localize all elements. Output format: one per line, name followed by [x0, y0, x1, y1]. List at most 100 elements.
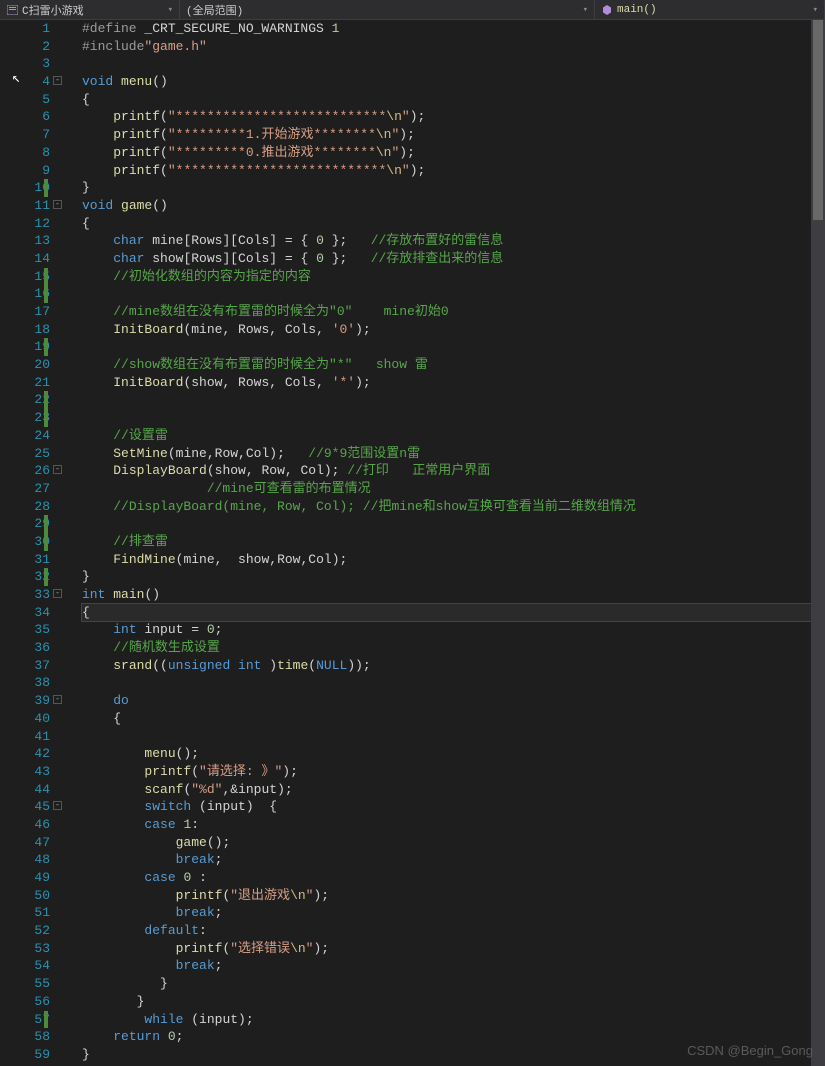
- code-line[interactable]: default:: [82, 922, 825, 940]
- code-line[interactable]: //设置雷: [82, 427, 825, 445]
- scope-dropdown[interactable]: (全局范围) ▾: [180, 0, 595, 19]
- function-dropdown[interactable]: main() ▾: [595, 0, 825, 19]
- file-icon: [6, 5, 18, 15]
- code-line[interactable]: [82, 391, 825, 409]
- code-line[interactable]: #include"game.h": [82, 38, 825, 56]
- line-number: 5: [0, 91, 50, 109]
- code-line[interactable]: break;: [82, 851, 825, 869]
- code-line[interactable]: [82, 674, 825, 692]
- line-number: 31: [0, 551, 50, 569]
- code-line[interactable]: [82, 409, 825, 427]
- code-line[interactable]: [82, 515, 825, 533]
- change-marker: [44, 391, 48, 409]
- code-editor[interactable]: 1234-567891011-1213141516171819202122232…: [0, 20, 825, 1066]
- function-label: main(): [617, 4, 657, 16]
- line-number: 24: [0, 427, 50, 445]
- code-line[interactable]: }: [82, 179, 825, 197]
- line-number: 38: [0, 674, 50, 692]
- line-number: 10: [0, 179, 50, 197]
- scrollbar-thumb[interactable]: [813, 20, 823, 220]
- line-number: 35: [0, 621, 50, 639]
- vertical-scrollbar[interactable]: [811, 20, 825, 1066]
- code-line[interactable]: //排查雷: [82, 533, 825, 551]
- code-line[interactable]: SetMine(mine,Row,Col); //9*9范围设置n雷: [82, 445, 825, 463]
- line-number: 39-: [0, 692, 50, 710]
- line-number: 44: [0, 781, 50, 799]
- code-line[interactable]: char show[Rows][Cols] = { 0 }; //存放排查出来的…: [82, 250, 825, 268]
- line-number: 2: [0, 38, 50, 56]
- code-line[interactable]: break;: [82, 904, 825, 922]
- line-number: 7: [0, 126, 50, 144]
- code-line[interactable]: //DisplayBoard(mine, Row, Col); //把mine和…: [82, 498, 825, 516]
- line-number: 16: [0, 285, 50, 303]
- code-line[interactable]: printf("***************************\n");: [82, 162, 825, 180]
- fold-toggle[interactable]: -: [53, 465, 62, 474]
- code-line[interactable]: while (input);: [82, 1011, 825, 1029]
- chevron-down-icon: ▾: [583, 5, 588, 15]
- code-line[interactable]: InitBoard(show, Rows, Cols, '*');: [82, 374, 825, 392]
- code-line[interactable]: switch (input) {: [82, 798, 825, 816]
- code-line[interactable]: [82, 728, 825, 746]
- file-dropdown[interactable]: C扫雷小游戏 ▾: [0, 0, 180, 19]
- code-line[interactable]: printf("选择错误\n");: [82, 940, 825, 958]
- fold-toggle[interactable]: -: [53, 589, 62, 598]
- code-line[interactable]: scanf("%d",&input);: [82, 781, 825, 799]
- code-line[interactable]: srand((unsigned int )time(NULL));: [82, 657, 825, 675]
- line-number: 19: [0, 338, 50, 356]
- code-line[interactable]: //show数组在没有布置雷的时候全为"*" show 雷: [82, 356, 825, 374]
- line-number: 6: [0, 108, 50, 126]
- mouse-cursor-icon: ↖: [12, 70, 20, 87]
- fold-toggle[interactable]: -: [53, 801, 62, 810]
- line-number: 36: [0, 639, 50, 657]
- fold-toggle[interactable]: -: [53, 76, 62, 85]
- line-number: 21: [0, 374, 50, 392]
- code-line[interactable]: //mine数组在没有布置雷的时候全为"0" mine初始0: [82, 303, 825, 321]
- code-line[interactable]: printf("*********0.推出游戏********\n");: [82, 144, 825, 162]
- code-line[interactable]: printf("请选择: 》");: [82, 763, 825, 781]
- code-line[interactable]: DisplayBoard(show, Row, Col); //打印 正常用户界…: [82, 462, 825, 480]
- code-line[interactable]: int input = 0;: [82, 621, 825, 639]
- code-line[interactable]: printf("*********1.开始游戏********\n");: [82, 126, 825, 144]
- line-gutter: 1234-567891011-1213141516171819202122232…: [0, 20, 68, 1066]
- change-marker: [44, 179, 48, 197]
- code-line[interactable]: }: [82, 993, 825, 1011]
- code-line[interactable]: game();: [82, 834, 825, 852]
- code-line[interactable]: menu();: [82, 745, 825, 763]
- code-line[interactable]: void game(): [82, 197, 825, 215]
- line-number: 30: [0, 533, 50, 551]
- code-line[interactable]: char mine[Rows][Cols] = { 0 }; //存放布置好的雷…: [82, 232, 825, 250]
- code-line[interactable]: do: [82, 692, 825, 710]
- fold-toggle[interactable]: -: [53, 695, 62, 704]
- line-number: 52: [0, 922, 50, 940]
- change-marker: [44, 285, 48, 303]
- code-line[interactable]: int main(): [82, 586, 825, 604]
- code-line[interactable]: //初始化数组的内容为指定的内容: [82, 268, 825, 286]
- code-line[interactable]: }: [82, 975, 825, 993]
- code-line[interactable]: case 1:: [82, 816, 825, 834]
- code-line[interactable]: printf("***************************\n");: [82, 108, 825, 126]
- code-line[interactable]: FindMine(mine, show,Row,Col);: [82, 551, 825, 569]
- toolbar: C扫雷小游戏 ▾ (全局范围) ▾ main() ▾: [0, 0, 825, 20]
- code-line[interactable]: break;: [82, 957, 825, 975]
- code-line[interactable]: #define _CRT_SECURE_NO_WARNINGS 1: [82, 20, 825, 38]
- line-number: 3: [0, 55, 50, 73]
- chevron-down-icon: ▾: [168, 5, 173, 15]
- code-line[interactable]: [82, 55, 825, 73]
- fold-toggle[interactable]: -: [53, 200, 62, 209]
- code-line[interactable]: }: [82, 568, 825, 586]
- code-line[interactable]: printf("退出游戏\n");: [82, 887, 825, 905]
- code-line[interactable]: //随机数生成设置: [82, 639, 825, 657]
- code-line[interactable]: {: [82, 604, 825, 622]
- code-line[interactable]: //mine可查看雷的布置情况: [82, 480, 825, 498]
- code-area[interactable]: #define _CRT_SECURE_NO_WARNINGS 1#includ…: [68, 20, 825, 1066]
- code-line[interactable]: {: [82, 215, 825, 233]
- code-line[interactable]: case 0 :: [82, 869, 825, 887]
- code-line[interactable]: InitBoard(mine, Rows, Cols, '0');: [82, 321, 825, 339]
- cube-icon: [601, 5, 613, 15]
- code-line[interactable]: void menu(): [82, 73, 825, 91]
- code-line[interactable]: {: [82, 91, 825, 109]
- line-number: 53: [0, 940, 50, 958]
- code-line[interactable]: [82, 285, 825, 303]
- code-line[interactable]: {: [82, 710, 825, 728]
- code-line[interactable]: [82, 338, 825, 356]
